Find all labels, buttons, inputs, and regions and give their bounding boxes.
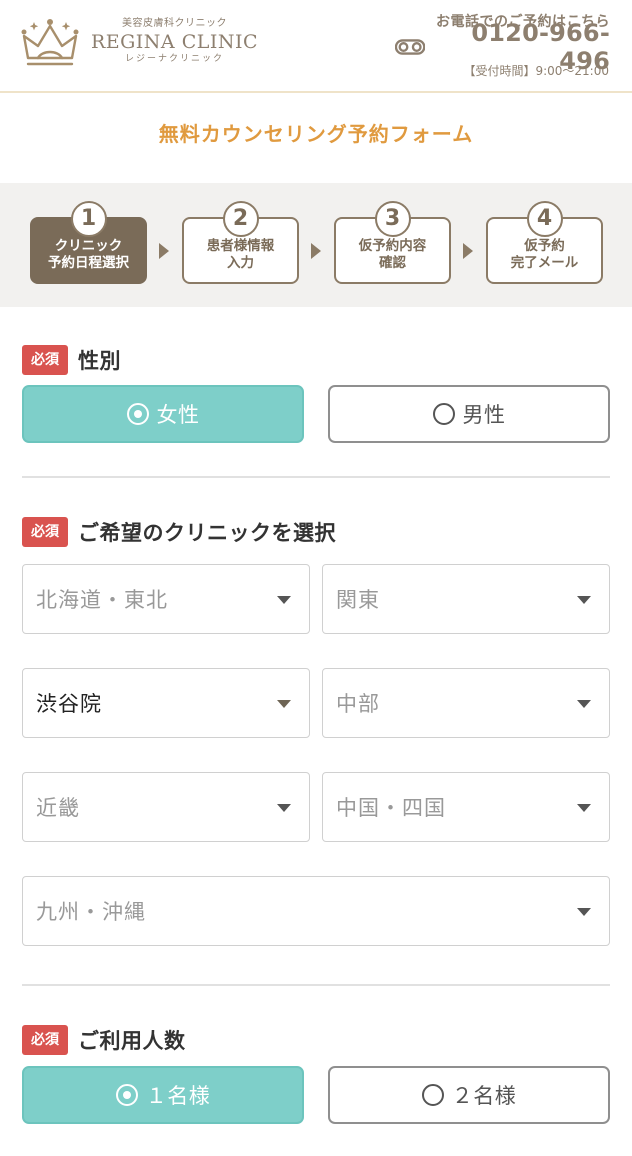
chevron-down-icon	[277, 596, 291, 604]
step-2-line2: 入力	[227, 254, 254, 271]
divider	[22, 984, 610, 986]
select-kyushu-okinawa[interactable]: 九州・沖縄	[22, 876, 610, 946]
step-2-line1: 患者様情報	[206, 237, 275, 254]
gender-label: 必須 性別	[22, 344, 121, 376]
gender-label-text: 性別	[78, 349, 121, 373]
step-1-line2: 予約日程選択	[48, 254, 129, 271]
form-title: 無料カウンセリング予約フォーム	[158, 122, 474, 146]
step-arrow-icon	[463, 243, 473, 259]
step-3-line2: 確認	[379, 254, 406, 271]
tel-hours: 【受付時間】9:00～21:00	[463, 64, 609, 78]
step-2: 2 患者様情報 入力	[182, 201, 299, 284]
gender-female-label: 女性	[156, 403, 200, 427]
select-hokkaido-tohoku[interactable]: 北海道・東北	[22, 564, 310, 634]
people-label: 必須 ご利用人数	[22, 1024, 186, 1056]
tel-block: お電話でのご予約はこちら 0120-966-496 【受付時間】9:00～21:…	[395, 12, 610, 79]
brand-kana: レジーナクリニック	[124, 54, 224, 64]
select-kanto[interactable]: 関東	[322, 564, 610, 634]
step-arrow-icon	[159, 243, 169, 259]
step-4: 4 仮予約 完了メール	[486, 201, 603, 284]
brand-name: REGINA CLINIC	[90, 31, 259, 53]
radio-checked-icon	[126, 403, 149, 425]
clinic-label-text: ご希望のクリニックを選択	[78, 521, 336, 545]
select-chubu[interactable]: 中部	[322, 668, 610, 738]
gender-female-radio[interactable]: 女性	[22, 385, 304, 443]
step-4-line2: 完了メール	[510, 254, 579, 271]
step-1-line1: クリニック	[54, 237, 123, 254]
step-2-number: 2	[222, 201, 259, 237]
divider	[22, 476, 610, 478]
select-kinki[interactable]: 近畿	[22, 772, 310, 842]
select-kanto-clinic[interactable]: 渋谷院	[22, 668, 310, 738]
required-badge: 必須	[22, 345, 68, 375]
select-value: 関東	[336, 588, 380, 612]
chevron-down-icon	[577, 908, 591, 916]
crown-logo-icon[interactable]	[20, 14, 80, 70]
required-badge: 必須	[22, 1025, 68, 1055]
required-badge: 必須	[22, 517, 68, 547]
step-indicator: 1 クリニック 予約日程選択 2 患者様情報 入力 3 仮予約内容 確認 4 仮…	[0, 183, 632, 307]
chevron-down-icon	[577, 700, 591, 708]
chevron-down-icon	[277, 804, 291, 812]
select-value: 中国・四国	[336, 796, 446, 820]
brand-block[interactable]: 美容皮膚科クリニック REGINA CLINIC レジーナクリニック	[87, 18, 262, 65]
radio-checked-icon	[115, 1084, 138, 1106]
radio-unchecked-icon	[432, 403, 455, 425]
select-chugoku-shikoku[interactable]: 中国・四国	[322, 772, 610, 842]
step-4-number: 4	[526, 201, 563, 237]
select-value: 九州・沖縄	[36, 900, 146, 924]
chevron-down-icon	[577, 596, 591, 604]
step-3: 3 仮予約内容 確認	[334, 201, 451, 284]
step-arrow-icon	[311, 243, 321, 259]
gender-male-label: 男性	[462, 403, 506, 427]
chevron-down-icon	[577, 804, 591, 812]
chevron-down-icon	[277, 700, 291, 708]
people-one-radio[interactable]: １名様	[22, 1066, 304, 1124]
gender-male-radio[interactable]: 男性	[328, 385, 610, 443]
step-3-line1: 仮予約内容	[358, 237, 427, 254]
freedial-icon	[395, 39, 426, 55]
site-header: 美容皮膚科クリニック REGINA CLINIC レジーナクリニック お電話での…	[0, 0, 632, 93]
clinic-type: 美容皮膚科クリニック	[122, 18, 227, 29]
select-value: 北海道・東北	[36, 588, 168, 612]
select-value: 中部	[336, 692, 380, 716]
people-one-label: １名様	[145, 1084, 211, 1108]
step-3-number: 3	[374, 201, 411, 237]
tel-link[interactable]: 0120-966-496	[395, 19, 610, 75]
select-value: 近畿	[36, 796, 80, 820]
step-1-number: 1	[70, 201, 107, 237]
step-4-line1: 仮予約	[524, 237, 565, 254]
clinic-label: 必須 ご希望のクリニックを選択	[22, 516, 336, 548]
people-two-label: ２名様	[451, 1084, 517, 1108]
people-label-text: ご利用人数	[78, 1029, 186, 1053]
select-value: 渋谷院	[36, 692, 102, 716]
step-1: 1 クリニック 予約日程選択	[30, 201, 147, 284]
radio-unchecked-icon	[421, 1084, 444, 1106]
people-two-radio[interactable]: ２名様	[328, 1066, 610, 1124]
